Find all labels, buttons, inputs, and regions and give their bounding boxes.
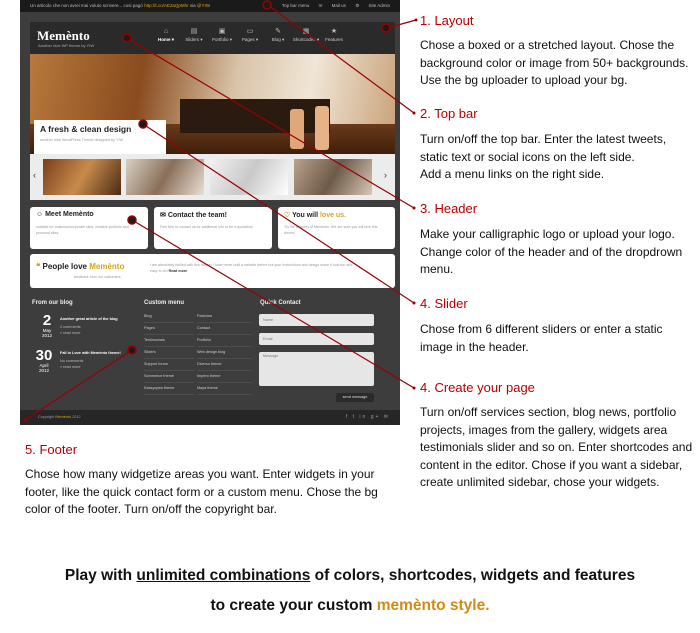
footer-menu-col: Blog Pages Testimonials Sliders Support … [144,311,194,395]
top-bar-menu-link[interactable]: Top bar menu [282,3,310,8]
annotation-slider-text: Chose from 6 different sliders or enter … [420,322,663,354]
post-date: 30 April 2012 [35,347,53,373]
slider-thumbnail[interactable] [210,159,288,195]
annotation-header-text: Make your calligraphic logo or upload yo… [420,227,683,276]
site-logo[interactable]: Memènto [37,28,90,44]
annotation-footer-text: Chose how many widgetize areas you want.… [25,467,378,516]
post-title-link[interactable]: Fall in Love with Memènto theme! [60,351,121,355]
tweet-link[interactable]: http://t.co/AE2aQpMhr [144,3,189,8]
contact-message-field[interactable]: Message [259,352,374,386]
footer-menu-link[interactable]: Pages [144,323,194,335]
nav-home[interactable]: ⌂ Home ▾ [152,27,180,51]
footer-menu-link[interactable]: Contact [197,323,252,335]
main-nav: ⌂ Home ▾ ▤ Sliders ▾ ▣ Portfolio ▾ ▭ Pages ▾… [152,27,348,51]
grid-icon: ▦ [302,28,310,35]
site-admin-link[interactable]: ⚙ Site Admin [355,3,390,8]
theme-screenshot: Un articolo che non avrei mai voluto scr… [20,0,400,425]
slider-thumbnails: ‹ › [30,154,395,200]
nav-portfolio[interactable]: ▣ Portfolio ▾ [208,27,236,51]
tweet-user[interactable]: @YIW [197,3,210,8]
footer-menu-link[interactable]: Impero theme [197,371,252,383]
nav-blog[interactable]: ✎ Blog ▾ [264,27,292,51]
annotation-topbar-title: 2. Top bar [420,106,478,121]
annotation-layout-text: Chose a boxed or a stretched layout. Cho… [420,38,689,87]
read-more-link[interactable]: Read more [169,269,188,273]
top-bar-menu: Top bar menu ✉ Mail us ⚙ Site Admin [274,0,390,12]
footer-menu-col: Features Contact Portfolio Web design bl… [197,311,252,395]
annotation-page-title: 4. Create your page [420,380,535,395]
footer-menu-link[interactable]: Features [197,311,252,323]
post-read-more[interactable]: » read more [60,365,121,369]
slider-thumbnail[interactable] [294,159,372,195]
slider-thumbnail[interactable] [126,159,204,195]
annotation-footer-title: 5. Footer [25,442,78,457]
service-box: ♡ You will love us. Try the features of … [278,207,395,249]
page-icon: ▭ [246,28,254,35]
post-title-link[interactable]: Another great article of the blog [60,317,118,321]
footer-menu-link[interactable]: Blog [144,311,194,323]
nav-sliders[interactable]: ▤ Sliders ▾ [180,27,208,51]
service-box: ☺ Meet Memènto suitable for business/cor… [30,207,148,249]
mail-us-link[interactable]: ✉ Mail us [319,3,346,8]
social-icons[interactable]: f t in g+ ✉ [346,410,390,425]
annotation-slider-title: 4. Slider [420,296,468,311]
footer-menu-link[interactable]: Maya theme [197,383,252,395]
annotation-header-title: 3. Header [420,201,478,216]
top-bar-tweet: Un articolo che non avrei mai voluto scr… [30,3,210,8]
annotation-topbar-text: Turn on/off the top bar. Enter the lates… [420,132,667,181]
footer-menu-link[interactable]: Diverso theme [197,359,252,371]
blog-post: Another great article of the blog 2 comm… [60,317,118,335]
promo-line-1: Play with unlimited combinations of colo… [64,567,636,584]
site-tagline: Another nice WP theme by YIW [38,43,95,48]
post-date: 2 May 2012 [41,312,52,338]
smile-icon: ☺ [36,211,46,218]
send-message-button[interactable]: send message [336,393,374,402]
footer-menu-link[interactable]: Support forum [144,359,194,371]
slider-next-arrow[interactable]: › [384,170,387,180]
nav-features[interactable]: ★ Features [320,27,348,51]
annotation-page-text: Turn on/off services section, blog news,… [420,405,693,489]
footer-menu-link[interactable]: Portfolio [197,335,252,347]
heart-icon: ♡ [284,212,293,219]
site-header: Memènto Another nice WP theme by YIW ⌂ Ho… [30,22,395,54]
top-bar: Un articolo che non avrei mai voluto scr… [20,0,400,12]
footer-menu-link[interactable]: Testimonials [144,335,194,347]
contact-name-field[interactable]: Name [259,314,374,326]
nav-pages[interactable]: ▭ Pages ▾ [236,27,264,51]
image-icon: ▣ [218,28,226,35]
slider-prev-arrow[interactable]: ‹ [33,170,36,180]
promo-line-2: to create your custom memènto style. [210,597,490,614]
service-box: ✉ Contact the team! Feel free to contact… [154,207,272,249]
footer-contact-title: Quick Contact [260,300,301,306]
footer-menu-link[interactable]: Kassyopea theme [144,383,194,395]
blog-post: Fall in Love with Memènto theme! No comm… [60,351,121,369]
slides-icon: ▤ [190,28,198,35]
testimonial-box: ❝ People love Memènto feedback from our … [30,254,395,288]
slider-caption: A fresh & clean design another nice Word… [34,120,166,154]
footer-menu-link[interactable]: Web design blog [197,347,252,359]
star-icon: ★ [330,28,338,35]
slider-thumbnail[interactable] [43,159,121,195]
mail-icon: ✉ [160,212,168,219]
annotation-layout-title: 1. Layout [420,13,474,28]
nav-shortcodes[interactable]: ▦ Shortcodes ▾ [292,27,320,51]
home-icon: ⌂ [163,28,169,35]
post-read-more[interactable]: » read more [60,331,118,335]
copyright-bar: Copyright Memènto 2012 f t in g+ ✉ [20,410,400,425]
footer-menu-link[interactable]: Sommerce theme [144,371,194,383]
footer-blog-title: From our blog [32,300,73,306]
footer-menu-title: Custom menu [144,300,185,306]
pencil-icon: ✎ [275,28,281,35]
contact-email-field[interactable]: Email [259,333,374,345]
footer-menu-link[interactable]: Sliders [144,347,194,359]
